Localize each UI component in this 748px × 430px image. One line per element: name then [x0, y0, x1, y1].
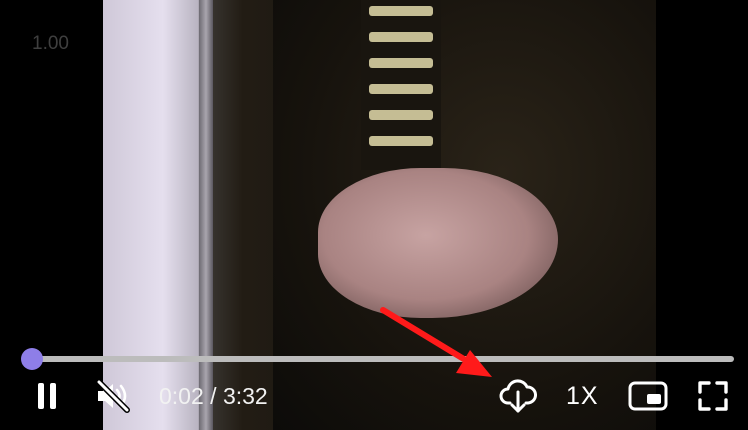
- red-arrow-icon: [380, 307, 492, 377]
- video-player[interactable]: 1.00 0:02 / 3:32 1X: [0, 0, 748, 430]
